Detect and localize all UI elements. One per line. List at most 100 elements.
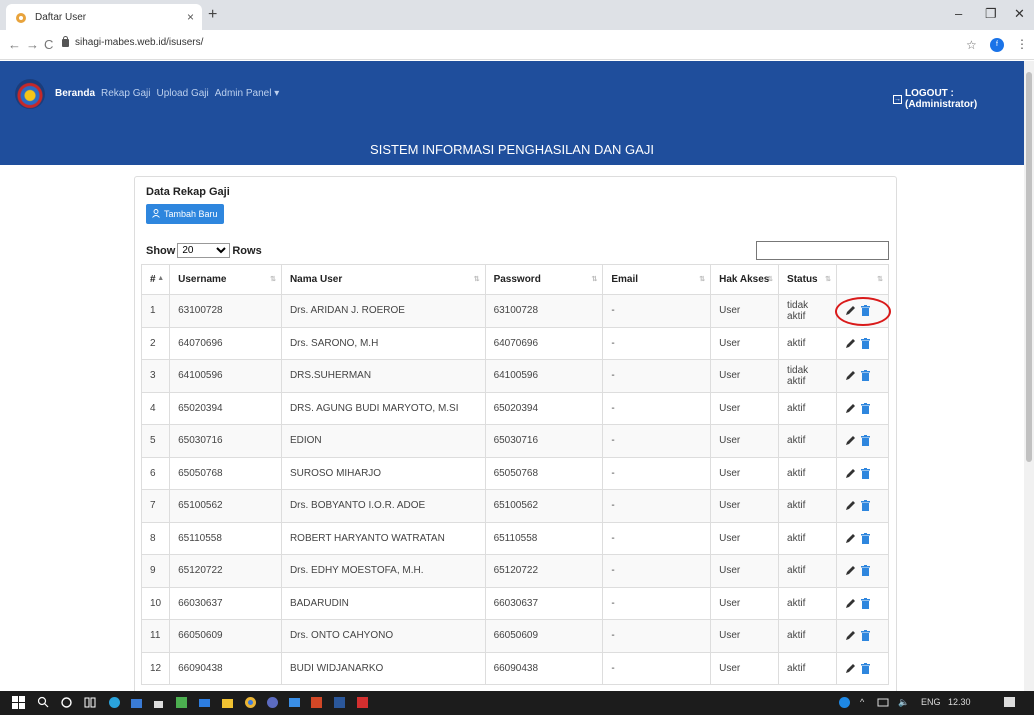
help-icon[interactable] [838,696,851,709]
add-new-button[interactable]: Tambah Baru [146,204,224,224]
edit-pencil-icon[interactable] [845,565,856,576]
minimize-button[interactable]: – [955,6,962,21]
browser-menu-icon[interactable]: ⋮ [1016,37,1028,51]
edit-pencil-icon[interactable] [845,468,856,479]
delete-trash-icon[interactable] [861,435,870,447]
scrollbar-thumb[interactable] [1026,72,1032,462]
col-number-cell: 3 [140,359,171,393]
mail-icon[interactable] [198,696,211,709]
cortana-icon[interactable] [60,696,73,709]
delete-trash-icon[interactable] [861,565,870,577]
col-username-header[interactable]: Username ⇅ [169,264,282,295]
col-nama-user-header[interactable]: Nama User ⇅ [280,264,486,295]
nav-item-beranda[interactable]: Beranda [55,88,95,99]
notifications-icon[interactable] [1003,696,1016,709]
powerpoint-icon[interactable] [310,696,323,709]
edit-pencil-icon[interactable] [845,598,856,609]
edit-pencil-icon[interactable] [845,370,856,381]
delete-trash-icon[interactable] [861,597,870,609]
col-email-cell: - [602,619,712,653]
col-number-cell: 10 [140,586,171,620]
col-nama-user-cell: BUDI WIDJANARKO [280,651,486,685]
bookmark-star-icon[interactable]: ☆ [966,38,977,52]
col-status-cell: aktif [778,489,837,523]
windows-start-icon[interactable] [12,696,25,709]
col-username-cell: 65020394 [169,391,282,425]
profile-avatar[interactable]: f [990,38,1004,52]
table-row: 1 63100728 Drs. ARIDAN J. ROEROE 63100728- U… [140,294,889,328]
folder-icon[interactable] [221,696,234,709]
actions-cell [836,359,889,393]
edit-pencil-icon[interactable] [845,435,856,446]
back-icon[interactable]: ← [8,37,21,52]
page-size-select[interactable]: 20 [177,243,231,258]
delete-trash-icon[interactable] [861,500,870,512]
table-row: 8 65110558 ROBERT HARYANTO WATRATAN 6511055… [140,521,889,555]
col-hak-akses-header[interactable]: Hak Akses ⇅ [710,264,780,295]
edit-pencil-icon[interactable] [845,630,856,641]
edit-pencil-icon[interactable] [845,533,856,544]
spreadsheet-app-icon[interactable] [175,696,188,709]
lock-app-icon[interactable] [152,696,165,709]
col-status-header[interactable]: Status ⇅ [778,264,837,295]
delete-trash-icon[interactable] [861,370,870,382]
sort-icon: ⇅ [591,276,598,283]
volume-icon[interactable]: 🔈 [898,697,909,708]
nav-item-admin-panel[interactable]: Admin Panel ▾ [215,88,280,99]
search-icon[interactable] [37,696,50,709]
edit-pencil-icon[interactable] [845,663,856,674]
edge-icon[interactable] [108,696,121,709]
col-nama-user-cell: BADARUDIN [280,586,486,620]
delete-trash-icon[interactable] [861,402,870,414]
edit-pencil-icon[interactable] [845,403,856,414]
maximize-button[interactable]: ❐ [985,6,997,22]
delete-trash-icon[interactable] [861,532,870,544]
edit-pencil-icon[interactable] [845,500,856,511]
delete-trash-icon[interactable] [861,467,870,479]
network-icon[interactable] [877,696,890,709]
col-number-header[interactable]: # ▲ [140,264,171,295]
clock[interactable]: 12.30 [948,697,971,707]
store-icon[interactable] [130,696,143,709]
page-size-control: Show 20 Rows [146,243,262,258]
tab-close-icon[interactable]: × [187,10,194,24]
col-number-cell: 7 [140,489,171,523]
forward-icon[interactable]: → [26,37,39,52]
col-password-header[interactable]: Password ⇅ [484,264,604,295]
column-header-label: Nama User [289,274,343,285]
pdf-icon[interactable] [356,696,369,709]
nav-item-rekap-gaji[interactable]: Rekap Gaji [101,88,150,99]
col-username-cell: 64100596 [169,359,282,393]
url-field[interactable]: sihagi-mabes.web.id/isusers/ [62,35,203,48]
logout-button[interactable]: → LOGOUT : (Administrator) [893,88,1024,110]
search-input[interactable] [756,241,889,260]
delete-trash-icon[interactable] [861,337,870,349]
word-icon[interactable] [333,696,346,709]
col-email-cell: - [602,294,712,328]
edit-pencil-icon[interactable] [845,338,856,349]
language-indicator[interactable]: ENG [921,697,941,707]
actions-cell [836,651,889,685]
col-status-cell: tidak aktif [778,359,837,393]
task-view-icon[interactable] [84,696,97,709]
sort-icon: ⇅ [877,276,883,283]
col-username-cell: 66030637 [169,586,282,620]
rows-label: Rows [232,244,262,257]
chrome-icon[interactable] [244,696,257,709]
browser-app-icon[interactable] [266,696,279,709]
browser-tab[interactable]: Daftar User × [6,4,202,30]
delete-trash-icon[interactable] [861,630,870,642]
table-row: 6 65050768 SUROSO MIHARJO 65050768- User akti… [140,456,889,490]
col-email-header[interactable]: Email ⇅ [602,264,712,295]
col-number-cell: 9 [140,554,171,588]
table-row: 11 66050609 Drs. ONTO CAHYONO 66050609- User… [140,619,889,653]
tray-chevron-icon[interactable]: ^ [860,697,864,707]
photos-icon[interactable] [288,696,301,709]
new-tab-button[interactable]: + [208,6,217,24]
col-actions-header[interactable]: ⇅ [836,264,889,295]
close-window-button[interactable]: ✕ [1014,6,1025,22]
reload-icon[interactable]: C [44,37,53,52]
delete-trash-icon[interactable] [861,662,870,674]
col-username-cell: 65120722 [169,554,282,588]
nav-item-upload-gaji[interactable]: Upload Gaji [156,88,208,99]
